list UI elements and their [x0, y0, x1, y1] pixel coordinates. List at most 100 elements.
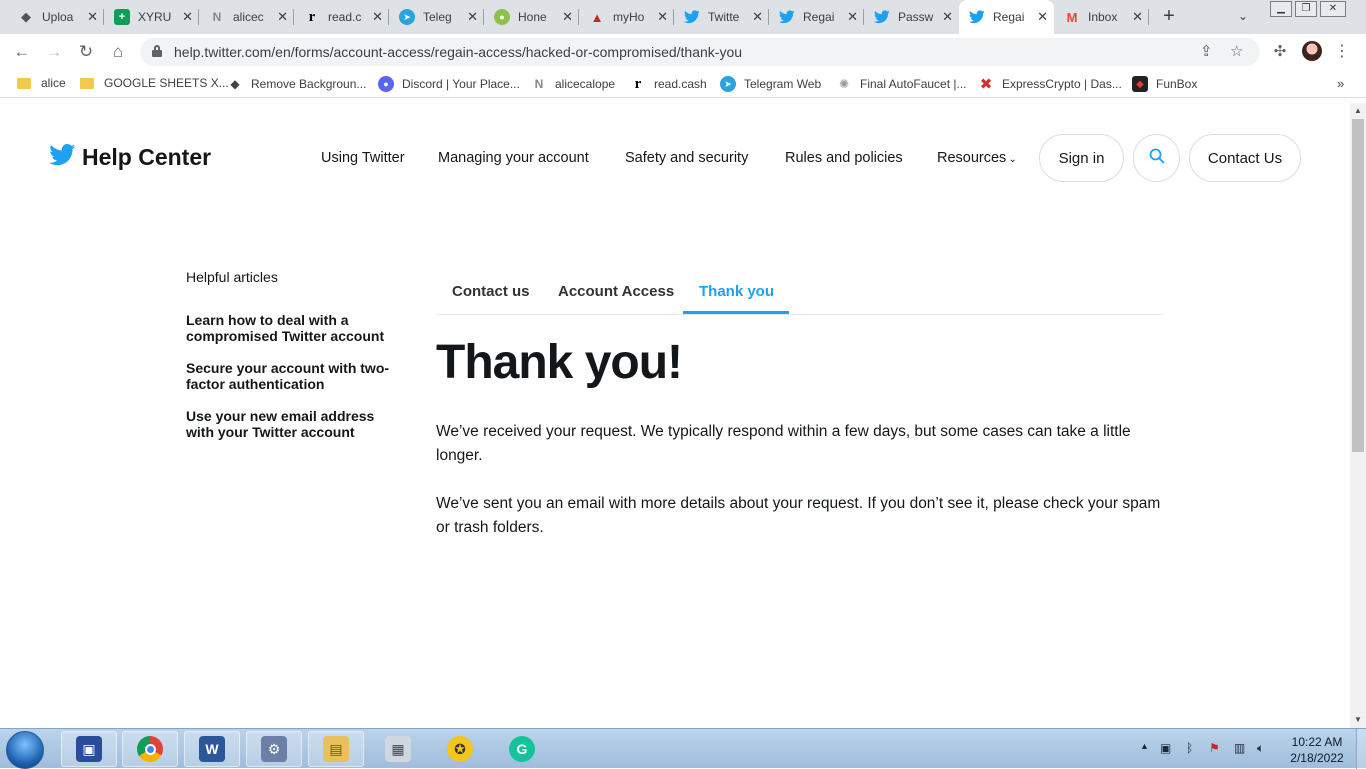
search-button[interactable] — [1133, 134, 1180, 182]
close-icon[interactable]: ✕ — [182, 10, 193, 24]
contact-us-button[interactable]: Contact Us — [1189, 134, 1301, 182]
start-button[interactable] — [6, 731, 44, 769]
file-explorer-icon: ▤ — [323, 736, 349, 762]
bookmark-item[interactable]: alice — [17, 76, 66, 90]
taskbar-app[interactable]: ⚙ — [246, 731, 302, 767]
home-icon[interactable]: ⌂ — [106, 40, 130, 64]
nav-managing-account[interactable]: Managing your account — [438, 150, 589, 166]
reload-icon[interactable]: ↻ — [74, 40, 98, 64]
bookmark-item[interactable]: Nalicecalope — [531, 76, 615, 92]
taskbar-app[interactable]: ▦ — [370, 731, 426, 767]
taskbar-app[interactable] — [122, 731, 178, 767]
article-link[interactable]: Secure your account with two-factor auth… — [186, 360, 406, 392]
bookmark-item[interactable]: r read.cash — [630, 76, 707, 92]
readcash-icon: r — [634, 75, 642, 92]
show-hidden-icons[interactable]: ▲ — [1140, 741, 1149, 751]
browser-tab[interactable]: Regai ✕ — [769, 0, 864, 34]
bookmark-item[interactable]: ✺ Final AutoFaucet |... — [836, 76, 967, 92]
bookmark-item[interactable]: ◆ Remove Backgroun... — [227, 76, 366, 92]
taskbar-app[interactable]: ▤ — [308, 731, 364, 767]
taskbar-app[interactable]: ✪ — [432, 731, 488, 767]
bookmark-item[interactable]: ✖ ExpressCrypto | Das... — [978, 76, 1122, 93]
browser-tab[interactable]: N alicec ✕ — [199, 0, 294, 34]
nav-using-twitter[interactable]: Using Twitter — [321, 150, 405, 166]
twitter-icon — [874, 9, 890, 25]
bookmark-item[interactable]: ➤ Telegram Web — [720, 76, 821, 92]
bookmark-item[interactable]: ◆ FunBox — [1132, 76, 1197, 92]
readcash-icon: r — [308, 8, 316, 25]
browser-tab-active[interactable]: Regai ✕ — [959, 0, 1054, 34]
close-icon[interactable]: ✕ — [752, 10, 763, 24]
close-window-button[interactable]: ✕ — [1320, 1, 1346, 17]
browser-tab[interactable]: ● Hone ✕ — [484, 0, 579, 34]
nav-rules-policies[interactable]: Rules and policies — [785, 150, 903, 166]
browser-tab[interactable]: M Inbox ✕ — [1054, 0, 1149, 34]
close-icon[interactable]: ✕ — [1037, 10, 1048, 24]
extensions-puzzle-icon[interactable]: ✣ — [1268, 40, 1292, 64]
sign-in-button[interactable]: Sign in — [1039, 134, 1124, 182]
forward-arrow-icon[interactable]: → — [42, 40, 66, 64]
browser-tab[interactable]: Twitte ✕ — [674, 0, 769, 34]
address-bar[interactable]: help.twitter.com/en/forms/account-access… — [140, 38, 1260, 66]
close-icon[interactable]: ✕ — [657, 10, 668, 24]
close-icon[interactable]: ✕ — [942, 10, 953, 24]
close-icon[interactable]: ✕ — [467, 10, 478, 24]
browser-tab[interactable]: Passw ✕ — [864, 0, 959, 34]
show-desktop-button[interactable] — [1356, 729, 1366, 769]
nav-safety-security[interactable]: Safety and security — [625, 150, 748, 166]
close-icon[interactable]: ✕ — [562, 10, 573, 24]
tab-thank-you[interactable]: Thank you — [699, 283, 774, 300]
action-center-icon[interactable]: ▣ — [1160, 741, 1171, 755]
close-icon[interactable]: ✕ — [277, 10, 288, 24]
expresscrypto-icon: ✖ — [979, 76, 993, 93]
browser-tab[interactable]: ▲ myHo ✕ — [579, 0, 674, 34]
bluetooth-icon[interactable]: ᛒ — [1186, 741, 1193, 755]
close-icon[interactable]: ✕ — [87, 10, 98, 24]
taskbar-app[interactable]: W — [184, 731, 240, 767]
restore-button[interactable]: ❐ — [1295, 1, 1317, 17]
chrome-icon — [137, 736, 163, 762]
scrollbar-thumb[interactable] — [1352, 119, 1364, 452]
page-scrollbar[interactable]: ▲ ▼ — [1350, 103, 1366, 728]
system-clock[interactable]: 10:22 AM 2/18/2022 — [1284, 734, 1350, 766]
article-link[interactable]: Learn how to deal with a compromised Twi… — [186, 312, 406, 344]
browser-tab[interactable]: r read.c ✕ — [294, 0, 389, 34]
bookmark-item[interactable]: ● Discord | Your Place... — [378, 76, 520, 92]
close-icon[interactable]: ✕ — [372, 10, 383, 24]
calculator-icon: ▦ — [385, 736, 411, 762]
scroll-up-icon[interactable]: ▲ — [1354, 106, 1362, 115]
close-icon[interactable]: ✕ — [1132, 10, 1143, 24]
nav-resources[interactable]: Resources ⌄ — [937, 150, 1017, 166]
profile-avatar[interactable] — [1302, 41, 1322, 61]
share-icon[interactable]: ⇪ — [1200, 42, 1213, 60]
emblem-icon: ✪ — [447, 736, 473, 762]
new-tab-button[interactable]: + — [1158, 6, 1180, 28]
browser-tab[interactable]: ➤ Teleg ✕ — [389, 0, 484, 34]
network-icon[interactable]: ▥ — [1234, 741, 1245, 755]
taskbar-app[interactable]: ▣ — [61, 731, 117, 767]
help-center-logo[interactable]: Help Center — [49, 144, 211, 171]
security-flag-icon[interactable]: ⚑ — [1209, 741, 1220, 755]
minimize-button[interactable]: ▁ — [1270, 1, 1292, 17]
article-link[interactable]: Use your new email address with your Twi… — [186, 408, 406, 440]
gmail-icon: M — [1066, 9, 1078, 25]
scroll-down-icon[interactable]: ▼ — [1354, 715, 1362, 724]
volume-icon[interactable]: 🔈︎ — [1257, 741, 1264, 756]
url-text: help.twitter.com/en/forms/account-access… — [174, 44, 743, 60]
more-bookmarks-icon[interactable]: » — [1337, 76, 1344, 91]
folder-icon — [17, 77, 31, 89]
browser-tab[interactable]: ◆ Uploa ✕ — [8, 0, 104, 34]
tab-search-icon[interactable]: ⌄ — [1238, 9, 1248, 23]
graduation-cap-icon: ◆ — [21, 9, 31, 24]
browser-tab[interactable]: + XYRU ✕ — [104, 0, 199, 34]
logo-text: Help Center — [82, 144, 212, 170]
bookmark-star-icon[interactable]: ☆ — [1230, 42, 1243, 60]
tab-account-access[interactable]: Account Access — [558, 283, 674, 300]
browser-menu-icon[interactable]: ⋮ — [1330, 40, 1354, 64]
taskbar-app[interactable]: G — [494, 731, 550, 767]
back-arrow-icon[interactable]: ← — [10, 40, 34, 64]
bookmark-item[interactable]: GOOGLE SHEETS X... — [80, 76, 229, 90]
close-icon[interactable]: ✕ — [847, 10, 858, 24]
tab-contact-us[interactable]: Contact us — [452, 283, 530, 300]
twitter-icon — [969, 9, 985, 25]
